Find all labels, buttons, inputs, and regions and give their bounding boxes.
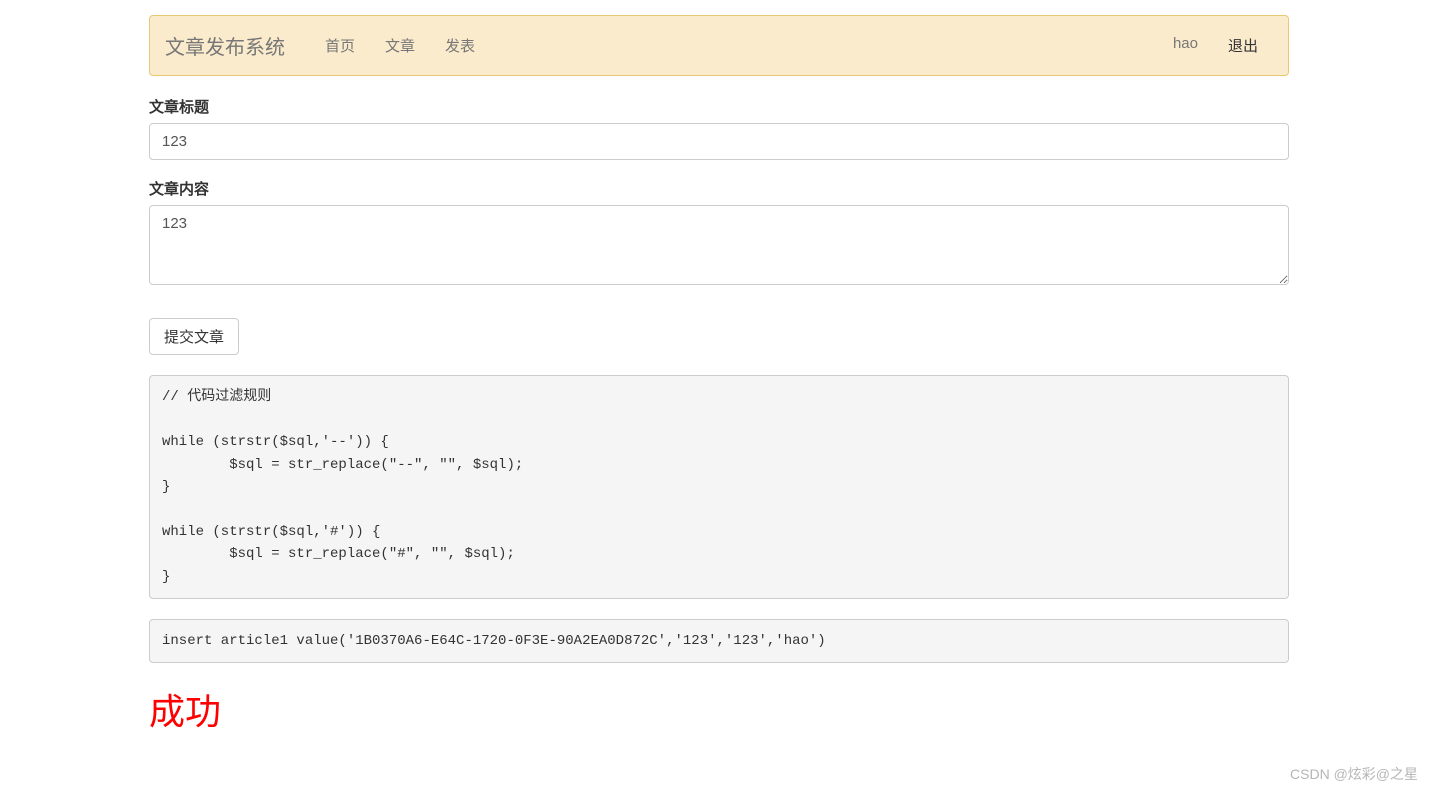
title-input[interactable] [149,123,1289,160]
nav-list: 首页 文章 发表 [310,20,1158,71]
nav-right: hao 退出 [1158,20,1273,71]
nav-item-articles[interactable]: 文章 [370,20,430,71]
navbar-brand[interactable]: 文章发布系统 [165,16,300,75]
navbar: 文章发布系统 首页 文章 发表 hao 退出 [149,15,1289,76]
form-group-content: 文章内容 [149,178,1289,285]
submit-button[interactable]: 提交文章 [149,318,239,355]
nav-item-home[interactable]: 首页 [310,20,370,71]
nav-item-publish[interactable]: 发表 [430,20,490,71]
form-group-title: 文章标题 [149,96,1289,160]
nav-username[interactable]: hao [1158,20,1213,71]
title-label: 文章标题 [149,96,1289,117]
watermark: CSDN @炫彩@之星 [1290,764,1418,784]
content-textarea[interactable] [149,205,1289,285]
nav-logout[interactable]: 退出 [1213,20,1273,71]
code-filter-block: // 代码过滤规则 while (strstr($sql,'--')) { $s… [149,375,1289,599]
sql-output-block: insert article1 value('1B0370A6-E64C-172… [149,619,1289,663]
success-message: 成功 [149,683,1289,735]
content-label: 文章内容 [149,178,1289,199]
